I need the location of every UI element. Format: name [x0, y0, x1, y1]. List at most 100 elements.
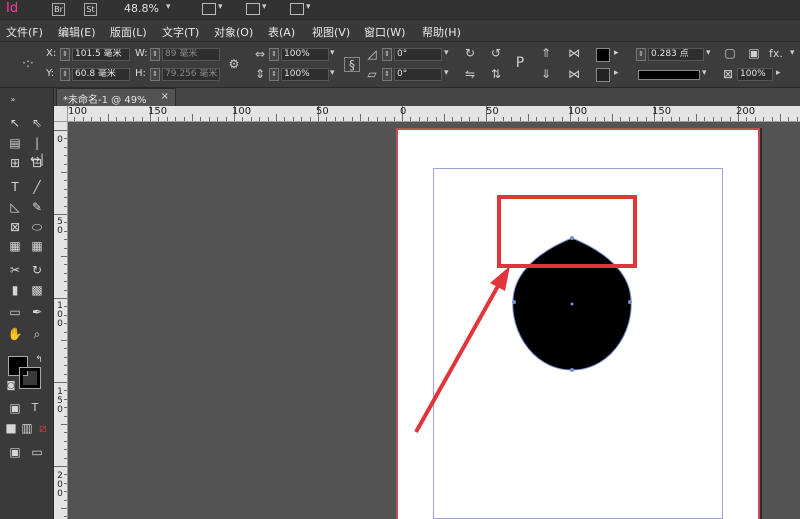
hruler-label: 0 [400, 106, 407, 117]
ruler-tick [61, 256, 67, 257]
ruler-tick [183, 117, 185, 121]
vertical-ruler[interactable]: 0 5 0 1 0 0 1 5 0 2 0 0 [54, 122, 68, 519]
horizontal-ruler[interactable]: 100 150 100 50 0 50 100 150 200 [54, 106, 800, 122]
ruler-tick [586, 117, 588, 121]
ruler-tick [64, 163, 67, 165]
ruler-tick [704, 117, 706, 121]
ruler-tick [334, 117, 336, 121]
ruler-tick [502, 117, 504, 121]
ruler-tick [64, 146, 67, 148]
hruler-label: 50 [316, 106, 329, 117]
ruler-tick [612, 114, 613, 121]
ruler-tick [82, 117, 84, 121]
ruler-tick [158, 117, 160, 121]
ruler-tick [292, 117, 294, 121]
ruler-tick [54, 382, 67, 383]
anchor-point-top[interactable] [570, 236, 574, 240]
ruler-tick [141, 117, 143, 121]
hruler-label: 100 [68, 106, 88, 117]
ruler-tick [393, 117, 395, 121]
ruler-tick [61, 340, 67, 341]
ruler-tick [301, 117, 303, 121]
anchor-point-right[interactable] [628, 300, 632, 304]
ruler-tick [64, 356, 67, 358]
ruler-tick [74, 117, 76, 121]
ruler-tick [64, 440, 67, 442]
ruler-tick [788, 117, 790, 121]
ruler-tick [670, 117, 672, 121]
canvas-overlay [414, 195, 637, 433]
ruler-tick [64, 449, 67, 451]
ruler-tick [444, 114, 445, 121]
anchor-point-bottom[interactable] [570, 368, 574, 372]
ruler-tick [427, 117, 429, 121]
ruler-tick [628, 117, 630, 121]
ruler-tick [175, 117, 177, 121]
ruler-tick [64, 205, 67, 207]
ruler-tick [603, 117, 605, 121]
ruler-tick [452, 117, 454, 121]
ruler-tick [385, 117, 387, 121]
ruler-tick [553, 117, 555, 121]
hruler-label: 50 [486, 106, 499, 117]
hruler-label: 200 [736, 106, 756, 117]
ruler-tick [754, 117, 756, 121]
vruler-label: 0 [57, 135, 63, 145]
ruler-tick [54, 298, 67, 299]
ruler-tick [351, 117, 353, 121]
ruler-tick [544, 117, 546, 121]
ruler-tick [343, 117, 345, 121]
ruler-tick [64, 180, 67, 182]
ruler-tick [326, 117, 328, 121]
ruler-tick [64, 415, 67, 417]
ruler-tick [267, 117, 269, 121]
vruler-label: 2 0 0 [57, 471, 63, 499]
ruler-tick [410, 117, 412, 121]
ruler-tick [519, 117, 521, 121]
ruler-tick [124, 117, 126, 121]
ruler-tick [64, 289, 67, 291]
ruler-tick [64, 239, 67, 241]
ruler-tick [61, 172, 67, 173]
ruler-tick [418, 117, 420, 121]
ruler-tick [61, 508, 67, 509]
ruler-tick [494, 117, 496, 121]
ruler-tick [721, 117, 723, 121]
anchor-point-left[interactable] [512, 300, 516, 304]
ruler-tick [696, 114, 697, 121]
ruler-tick [477, 117, 479, 121]
ruler-tick [469, 117, 471, 121]
ruler-tick [679, 117, 681, 121]
ruler-tick [64, 432, 67, 434]
ruler-tick [620, 117, 622, 121]
ruler-tick [259, 117, 261, 121]
ruler-tick [54, 130, 67, 131]
ruler-tick [376, 117, 378, 121]
ruler-tick [360, 114, 361, 121]
ruler-tick [561, 117, 563, 121]
ruler-tick [528, 114, 529, 121]
ruler-tick [64, 247, 67, 249]
ruler-tick [64, 155, 67, 157]
ruler-tick [200, 117, 202, 121]
ruler-tick [64, 272, 67, 274]
ruler-tick [64, 348, 67, 350]
ruler-tick [208, 117, 210, 121]
ruler-tick [64, 365, 67, 367]
ruler-tick [217, 117, 219, 121]
hruler-label: 150 [652, 106, 672, 117]
ruler-tick [166, 117, 168, 121]
ruler-tick [242, 117, 244, 121]
ruler-tick [712, 117, 714, 121]
ruler-tick [645, 117, 647, 121]
ruler-tick [64, 197, 67, 199]
ruler-tick [637, 117, 639, 121]
hruler-label: 100 [232, 106, 252, 117]
ruler-tick [64, 188, 67, 190]
hruler-label: 150 [148, 106, 168, 117]
ruler-origin[interactable] [54, 106, 68, 122]
ruler-tick [61, 424, 67, 425]
ruler-tick [729, 117, 731, 121]
ruler-tick [133, 117, 135, 121]
ruler-tick [578, 117, 580, 121]
